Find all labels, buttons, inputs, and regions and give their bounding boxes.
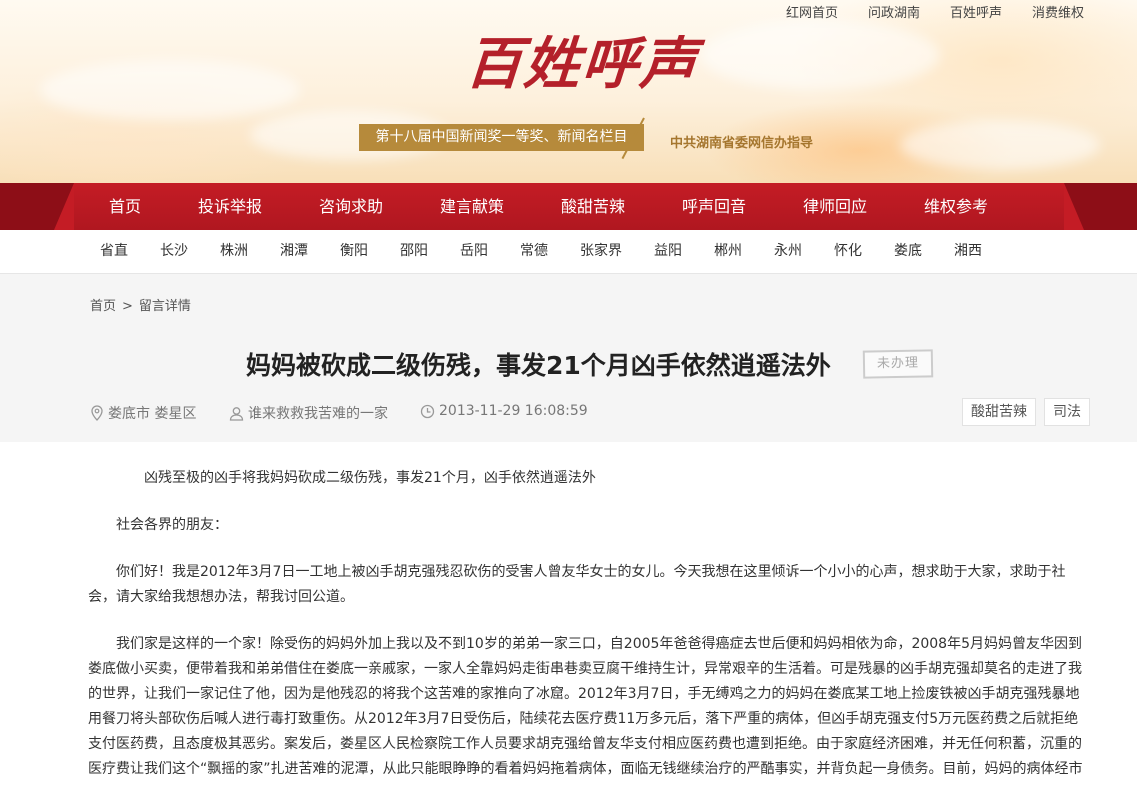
article-paragraph: 社会各界的朋友： [116, 517, 228, 533]
region-item[interactable]: 湘西 [954, 230, 982, 273]
top-links: 红网首页 问政湖南 百姓呼声 消费维权 [786, 2, 1084, 21]
nav-item-suggest[interactable]: 建言献策 [440, 183, 504, 230]
breadcrumb-separator: > [122, 299, 133, 314]
clock-icon [420, 404, 435, 418]
article-paragraph: 你们好！我是2012年3月7日一工地上被凶手胡克强残忍砍伤的受害人曾友华女士的女… [88, 564, 1066, 605]
main-nav: 首页 投诉举报 咨询求助 建言献策 酸甜苦辣 呼声回音 律师回应 维权参考 [0, 183, 1137, 230]
top-link-xiaofei[interactable]: 消费维权 [1032, 2, 1084, 21]
region-item[interactable]: 衡阳 [340, 230, 368, 273]
article-paragraph: 我们家是这样的一个家！除受伤的妈妈外加上我以及不到10岁的弟弟一家三口，自200… [88, 636, 1083, 777]
tag-type[interactable]: 司法 [1044, 398, 1090, 426]
region-item[interactable]: 益阳 [654, 230, 682, 273]
cloud-decoration [700, 20, 940, 90]
location-pin-icon [91, 405, 103, 421]
post-title: 妈妈被砍成二级伤残，事发21个月凶手依然逍遥法外 [246, 351, 831, 380]
region-item[interactable]: 张家界 [580, 230, 622, 273]
cloud-decoration [900, 120, 1100, 170]
award-banner: 第十八届中国新闻奖一等奖、新闻名栏目 [359, 124, 644, 151]
author-name: 谁来救救我苦难的一家 [248, 406, 388, 422]
guide-text: 中共湖南省委网信办指导 [670, 136, 814, 151]
region-item[interactable]: 娄底 [894, 230, 922, 273]
nav-item-consult[interactable]: 咨询求助 [319, 183, 383, 230]
region-item[interactable]: 永州 [774, 230, 802, 273]
region-item[interactable]: 常德 [520, 230, 548, 273]
header-banner: 红网首页 问政湖南 百姓呼声 消费维权 百姓呼声 第十八届中国新闻奖一等奖、新闻… [0, 0, 1137, 183]
region-item[interactable]: 岳阳 [460, 230, 488, 273]
user-icon [229, 406, 244, 421]
post-header: 首页 > 留言详情 妈妈被砍成二级伤残，事发21个月凶手依然逍遥法外 未办理 娄底市… [0, 274, 1137, 442]
nav-item-home[interactable]: 首页 [109, 183, 141, 230]
breadcrumb-current: 留言详情 [138, 299, 191, 314]
breadcrumb-home[interactable]: 首页 [90, 299, 116, 314]
region-item[interactable]: 长沙 [160, 230, 188, 273]
region-item[interactable]: 省直 [100, 230, 128, 273]
region-item[interactable]: 株洲 [220, 230, 248, 273]
post-time: 2013-11-29 16:08:59 [420, 403, 588, 419]
region-item[interactable]: 邵阳 [400, 230, 428, 273]
post-location: 娄底市 娄星区 [90, 403, 196, 423]
status-badge: 未办理 [862, 349, 934, 379]
tag-category[interactable]: 酸甜苦辣 [962, 398, 1036, 426]
nav-item-complaint[interactable]: 投诉举报 [198, 183, 262, 230]
top-link-wenzheng[interactable]: 问政湖南 [868, 2, 920, 21]
top-link-hongwang[interactable]: 红网首页 [786, 2, 838, 21]
post-timestamp: 2013-11-29 16:08:59 [439, 403, 588, 419]
cloud-decoration [40, 60, 300, 120]
top-link-baixing[interactable]: 百姓呼声 [950, 2, 1002, 21]
breadcrumb: 首页 > 留言详情 [90, 295, 191, 314]
post-author: 谁来救救我苦难的一家 [229, 403, 388, 423]
article-body: 凶残至极的凶手将我妈妈砍成二级伤残，事发21个月，凶手依然逍遥法外 社会各界的朋… [88, 466, 1088, 804]
region-item[interactable]: 郴州 [714, 230, 742, 273]
nav-item-response[interactable]: 呼声回音 [682, 183, 746, 230]
nav-item-lawyer[interactable]: 律师回应 [803, 183, 867, 230]
site-logo[interactable]: 百姓呼声 [464, 31, 701, 97]
nav-item-life[interactable]: 酸甜苦辣 [561, 183, 625, 230]
region-nav: 省直 长沙 株洲 湘潭 衡阳 邵阳 岳阳 常德 张家界 益阳 郴州 永州 怀化 … [0, 230, 1137, 274]
region-item[interactable]: 湘潭 [280, 230, 308, 273]
nav-item-rights[interactable]: 维权参考 [924, 183, 988, 230]
article-paragraph: 凶残至极的凶手将我妈妈砍成二级伤残，事发21个月，凶手依然逍遥法外 [144, 470, 596, 486]
region-item[interactable]: 怀化 [834, 230, 862, 273]
location-text: 娄底市 娄星区 [108, 406, 197, 422]
